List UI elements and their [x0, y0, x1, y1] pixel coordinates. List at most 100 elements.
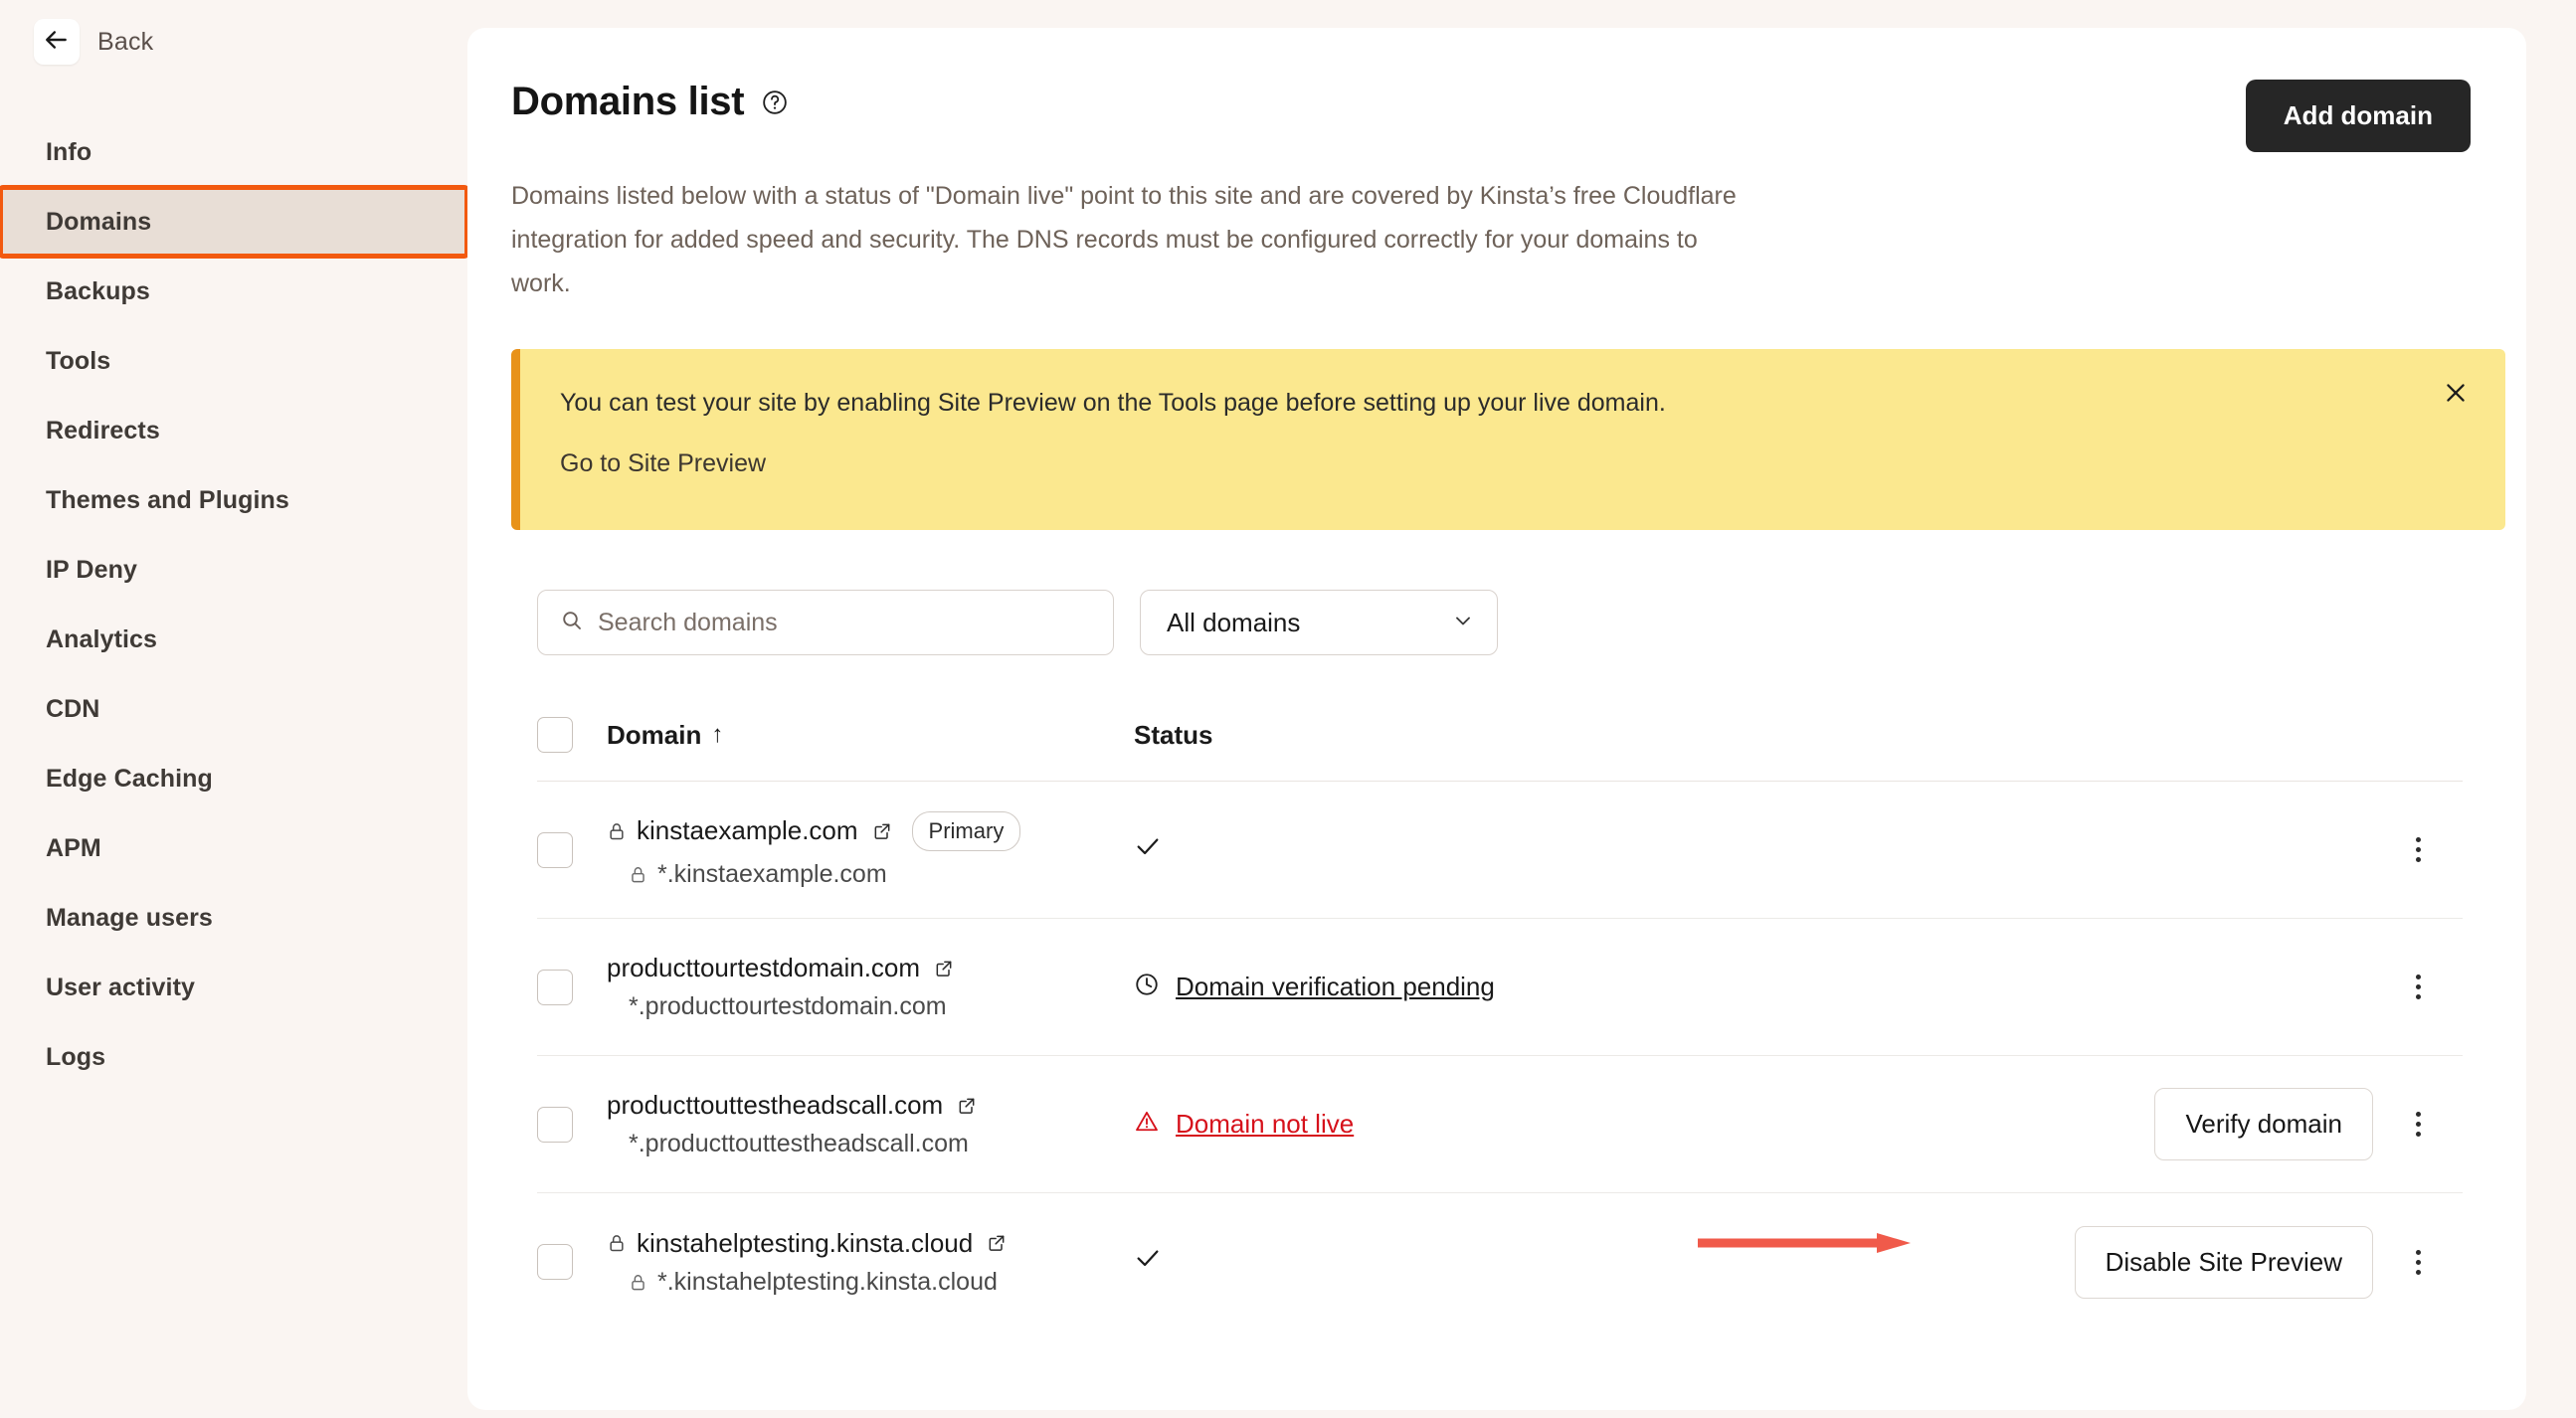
column-header-status-label: Status — [1134, 719, 1213, 750]
warning-triangle-icon — [1134, 1109, 1160, 1140]
external-link-icon[interactable] — [957, 1096, 977, 1116]
search-domains-box[interactable] — [537, 590, 1114, 655]
page-description: Domains listed below with a status of "D… — [511, 182, 1737, 297]
close-icon[interactable] — [2440, 377, 2472, 409]
row-domain-cell: kinstaexample.com Primary *.kinstaexampl… — [607, 810, 1134, 889]
sidebar-item-label: User activity — [46, 973, 195, 1001]
wildcard-domain: *.kinstaexample.com — [657, 859, 887, 888]
sidebar-item-info[interactable]: Info — [0, 117, 467, 187]
row-action-cell: Disable Site Preview — [2045, 1225, 2373, 1299]
select-all-cell — [537, 717, 607, 753]
external-link-icon[interactable] — [987, 1233, 1007, 1253]
disable-site-preview-button[interactable]: Disable Site Preview — [2074, 1225, 2373, 1299]
primary-badge: Primary — [911, 810, 1021, 851]
row-status-cell — [1134, 1244, 2045, 1280]
arrow-left-icon — [44, 27, 70, 58]
row-checkbox[interactable] — [537, 1106, 573, 1143]
sidebar-item-manage-users[interactable]: Manage users — [0, 883, 467, 953]
row-select-cell — [537, 969, 607, 1005]
sidebar-item-label: Redirects — [46, 416, 160, 444]
chevron-down-icon — [1451, 609, 1475, 637]
check-icon — [1134, 1244, 1162, 1280]
row-checkbox[interactable] — [537, 1244, 573, 1280]
row-domain-cell: kinstahelptesting.kinsta.cloud *.kinstah… — [607, 1228, 1134, 1297]
row-status-cell: Domain not live — [1134, 1109, 2045, 1140]
sidebar-item-domains[interactable]: Domains — [0, 185, 469, 259]
row-checkbox[interactable] — [537, 831, 573, 868]
back-button[interactable] — [34, 19, 80, 65]
sidebar-item-label: Analytics — [46, 624, 158, 653]
domain-filter-select[interactable]: All domains — [1140, 590, 1498, 655]
lock-icon — [629, 1273, 647, 1292]
domain-name: kinstahelptesting.kinsta.cloud — [637, 1227, 974, 1258]
site-preview-banner: You can test your site by enabling Site … — [511, 349, 2505, 530]
table-row: producttouttestheadscall.com *.productto — [537, 1056, 2463, 1193]
sidebar-item-analytics[interactable]: Analytics — [0, 605, 467, 674]
status-link[interactable]: Domain verification pending — [1176, 972, 1495, 1002]
table-row: producttourtestdomain.com *.producttourt — [537, 919, 2463, 1056]
sort-ascending-icon: ↑ — [711, 721, 724, 748]
row-select-cell — [537, 1106, 607, 1143]
sidebar-item-label: Info — [46, 137, 92, 166]
row-menu-cell — [2373, 969, 2463, 1005]
status-link[interactable]: Domain not live — [1176, 1109, 1354, 1140]
row-menu-cell — [2373, 1244, 2463, 1281]
sidebar-item-edge-caching[interactable]: Edge Caching — [0, 744, 467, 813]
verify-domain-button[interactable]: Verify domain — [2154, 1088, 2373, 1160]
lock-icon — [607, 1233, 627, 1253]
title-row: Domains list — [511, 80, 788, 124]
sidebar-item-themes-and-plugins[interactable]: Themes and Plugins — [0, 465, 467, 535]
sidebar-item-label: Manage users — [46, 903, 213, 932]
row-menu-cell — [2373, 1106, 2463, 1143]
search-input[interactable] — [598, 608, 1091, 637]
sidebar-item-label: Tools — [46, 346, 111, 375]
add-domain-button[interactable]: Add domain — [2245, 80, 2471, 152]
kebab-menu-icon[interactable] — [2410, 831, 2427, 868]
sidebar: Back Info Domains Backups Tools Redirect… — [0, 0, 469, 1418]
row-menu-cell — [2373, 831, 2463, 868]
check-icon — [1134, 832, 1162, 868]
sidebar-nav: Info Domains Backups Tools Redirects The… — [0, 117, 469, 1092]
filters-row: All domains — [511, 590, 2471, 655]
clock-icon — [1134, 972, 1160, 1002]
domain-name: kinstaexample.com — [637, 815, 858, 845]
card-header: Domains list Add domain — [511, 80, 2471, 152]
sidebar-item-ip-deny[interactable]: IP Deny — [0, 535, 467, 605]
external-link-icon[interactable] — [872, 821, 892, 841]
lock-icon — [629, 865, 647, 884]
sidebar-item-label: Themes and Plugins — [46, 485, 289, 514]
domain-name: producttourtestdomain.com — [607, 953, 921, 982]
sidebar-item-logs[interactable]: Logs — [0, 1022, 467, 1092]
go-to-site-preview-link[interactable]: Go to Site Preview — [560, 449, 766, 478]
page-title: Domains list — [511, 80, 745, 123]
sidebar-item-redirects[interactable]: Redirects — [0, 396, 467, 465]
question-circle-icon[interactable] — [762, 89, 788, 115]
sidebar-item-apm[interactable]: APM — [0, 813, 467, 883]
kebab-menu-icon[interactable] — [2410, 1244, 2427, 1281]
wildcard-domain: *.producttourtestdomain.com — [629, 992, 947, 1020]
row-domain-cell: producttouttestheadscall.com *.productto — [607, 1090, 1134, 1158]
column-header-domain[interactable]: Domain ↑ — [607, 720, 1134, 751]
sidebar-item-label: Domains — [46, 207, 152, 236]
row-select-cell — [537, 1244, 607, 1280]
external-link-icon[interactable] — [934, 959, 954, 978]
kebab-menu-icon[interactable] — [2410, 1106, 2427, 1143]
row-checkbox[interactable] — [537, 969, 573, 1005]
back-label: Back — [97, 27, 154, 56]
sidebar-item-label: Edge Caching — [46, 764, 213, 793]
lock-icon — [607, 821, 627, 841]
back-navigation[interactable]: Back — [0, 0, 467, 70]
sidebar-item-label: IP Deny — [46, 555, 137, 584]
domain-filter-value: All domains — [1167, 607, 1301, 637]
wildcard-domain: *.producttouttestheadscall.com — [629, 1130, 969, 1157]
column-header-status: Status — [1134, 720, 2045, 751]
sidebar-item-backups[interactable]: Backups — [0, 257, 467, 326]
kebab-menu-icon[interactable] — [2410, 969, 2427, 1005]
app-root: Back Info Domains Backups Tools Redirect… — [0, 0, 2576, 1418]
table-header-row: Domain ↑ Status — [537, 717, 2463, 782]
sidebar-item-tools[interactable]: Tools — [0, 326, 467, 396]
sidebar-item-user-activity[interactable]: User activity — [0, 953, 467, 1022]
sidebar-item-cdn[interactable]: CDN — [0, 674, 467, 744]
sidebar-item-label: APM — [46, 833, 101, 862]
select-all-checkbox[interactable] — [537, 717, 573, 753]
